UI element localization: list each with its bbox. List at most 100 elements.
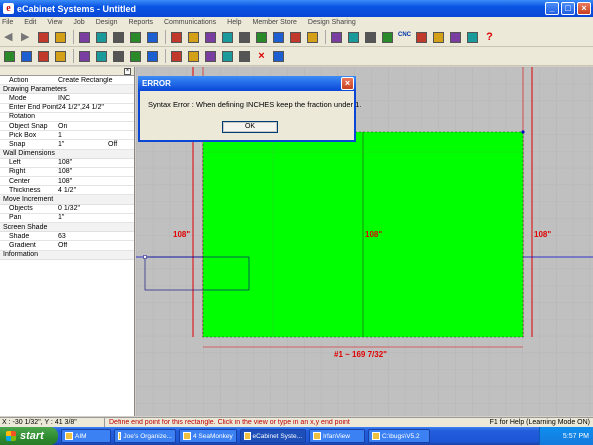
delete-x-button[interactable]: × [254,49,269,64]
door-view-button[interactable] [128,49,143,64]
taskbar-item[interactable]: C:\bugs\V5.2 [368,429,430,443]
help-button[interactable]: ? [482,30,497,45]
property-row[interactable]: Rotation [0,113,134,122]
property-row[interactable]: Left 108" [0,159,134,168]
print-button[interactable] [111,30,126,45]
property-value[interactable]: On [58,123,108,130]
options-button[interactable] [220,49,235,64]
cnc-button[interactable]: CNC [397,30,412,45]
property-value[interactable]: 1" [58,141,108,148]
property-value[interactable]: 108" [58,178,108,185]
property-row[interactable]: Objects 0 1/32" [0,205,134,214]
menu-communications[interactable]: Communications [164,19,216,26]
menu-reports[interactable]: Reports [128,19,153,26]
part-view-button[interactable] [94,49,109,64]
taskbar-item[interactable]: AIM [61,429,111,443]
property-value[interactable]: 108" [58,168,108,175]
pointer-icon [147,31,158,43]
toolbox-button[interactable] [2,49,17,64]
sheet-button[interactable] [414,30,429,45]
dotted-grid-button[interactable] [237,49,252,64]
layout-button[interactable] [53,49,68,64]
shape-button[interactable] [220,30,235,45]
edit-cabinet-button[interactable] [186,49,201,64]
property-row[interactable]: Center 108" [0,177,134,187]
menu-design-sharing[interactable]: Design Sharing [308,19,356,26]
new-doc-button[interactable] [77,30,92,45]
close-window-button[interactable]: × [577,2,591,15]
taskbar-item[interactable]: IrfanView [309,429,365,443]
property-value[interactable]: 1" [58,214,108,221]
property-value[interactable]: 0 1/32" [58,205,108,212]
grid-view-button[interactable] [19,49,34,64]
properties-panel: × Action Create Rectangle Drawing Parame… [0,67,135,416]
camera-button[interactable] [271,49,286,64]
stop-button[interactable] [36,30,51,45]
pencil-button[interactable] [186,30,201,45]
property-row[interactable]: Mode INC [0,94,134,104]
property-row[interactable]: Shade 63 [0,232,134,242]
property-row[interactable]: Pick Box 1 [0,131,134,141]
cart-button[interactable] [431,30,446,45]
property-extra-value[interactable]: Off [108,141,134,148]
property-row[interactable]: Thickness 4 1/2" [0,186,134,196]
menu-help[interactable]: Help [227,19,241,26]
property-value[interactable]: INC [58,95,108,102]
page-button[interactable] [329,30,344,45]
property-row[interactable]: Enter End Point 24 1/2",24 1/2" [0,104,134,113]
property-row[interactable]: Right 108" [0,168,134,178]
property-value[interactable]: 1 [58,132,108,139]
page-delete-button[interactable] [380,30,395,45]
page-move-button[interactable] [363,30,378,45]
property-row[interactable]: Object Snap On [0,122,134,132]
save-button[interactable] [94,30,109,45]
menu-view[interactable]: View [47,19,62,26]
property-row[interactable]: Snap 1" Off [0,140,134,150]
undo-button[interactable] [128,30,143,45]
menu-design[interactable]: Design [96,19,118,26]
cabinet-side-button[interactable] [271,30,286,45]
forward-arrow-button[interactable]: ▶ [19,30,34,45]
property-value[interactable]: 108" [58,159,108,166]
door-button[interactable] [305,30,320,45]
drawer-view-button[interactable] [77,49,92,64]
menu-edit[interactable]: Edit [24,19,36,26]
cabinet-3d-button[interactable] [145,49,160,64]
panel-button[interactable] [111,49,126,64]
back-arrow-button[interactable]: ◀ [2,30,17,45]
edit-job-button[interactable] [203,49,218,64]
pointer-button[interactable] [145,30,160,45]
property-value[interactable]: 63 [58,233,108,240]
property-value[interactable]: 4 1/2" [58,187,108,194]
drawer-button[interactable] [288,30,303,45]
start-button[interactable]: start [0,427,58,445]
taskbar-item[interactable]: eCabinet Syste... [240,429,306,443]
dialog-close-button[interactable]: × [341,77,354,90]
menu-member-store[interactable]: Member Store [253,19,297,26]
page-copy-button[interactable] [346,30,361,45]
taskbar-item[interactable]: 4 SeaMonkey [179,429,237,443]
edit-tool-button[interactable] [169,49,184,64]
ok-button[interactable]: OK [222,121,278,133]
property-value[interactable]: 24 1/2",24 1/2" [58,104,108,111]
refresh-button[interactable] [53,30,68,45]
property-row[interactable]: Gradient Off [0,241,134,251]
property-row[interactable]: Pan 1" [0,214,134,223]
origin-marker [143,255,147,259]
menu-file[interactable]: File [2,19,13,26]
taskbar-item[interactable]: Joe's Organize... [114,429,176,443]
layer-button[interactable] [237,30,252,45]
maximize-button[interactable]: □ [561,2,575,15]
monitor-button[interactable] [465,30,480,45]
help-icon: ? [486,30,493,43]
ruler-button[interactable] [203,30,218,45]
menu-job[interactable]: Job [73,19,84,26]
minimize-button[interactable]: _ [545,2,559,15]
cart-icon [433,31,444,43]
cabinet-front-button[interactable] [254,30,269,45]
panel-close-icon[interactable]: × [124,68,131,75]
cabinet-button[interactable] [169,30,184,45]
truck-button[interactable] [448,30,463,45]
property-value[interactable]: Off [58,242,108,249]
tiles-button[interactable] [36,49,51,64]
